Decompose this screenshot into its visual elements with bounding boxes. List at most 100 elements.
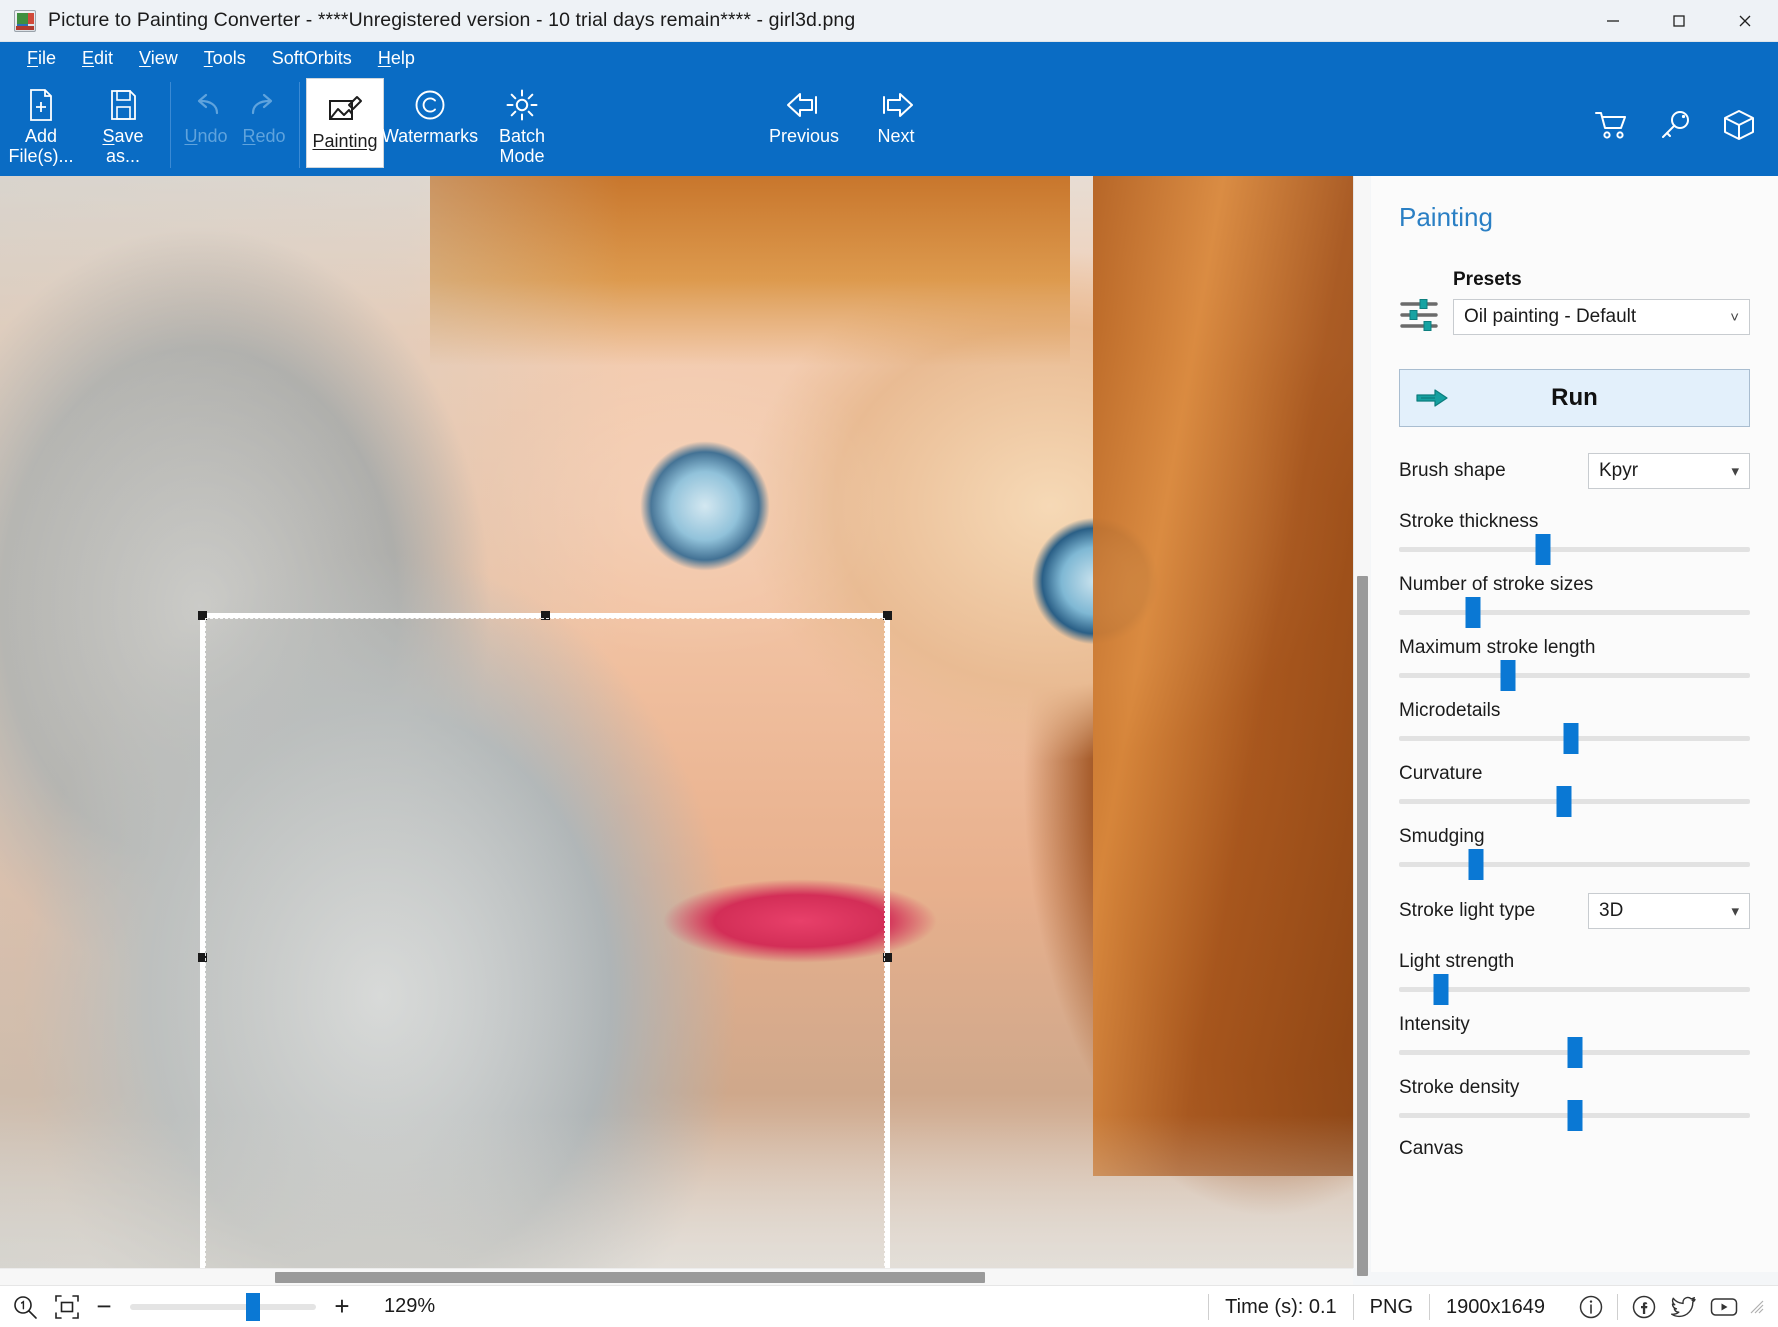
resize-handle-middle-left[interactable] (198, 953, 207, 962)
canvas-horizontal-scrollbar[interactable] (0, 1268, 1353, 1285)
redo-label: Redo (242, 126, 286, 146)
zoom-out-button[interactable]: − (84, 1291, 124, 1322)
slider-track[interactable] (1399, 723, 1750, 754)
menu-view[interactable]: View (126, 42, 191, 74)
save-as-button[interactable]: Save as... (82, 74, 164, 176)
slider-thumb[interactable] (1556, 786, 1572, 817)
previous-button[interactable]: Previous (758, 74, 850, 176)
maximize-button[interactable] (1646, 0, 1712, 42)
slider-track[interactable] (1399, 534, 1750, 565)
slider-thumb[interactable] (1563, 723, 1579, 754)
canvas-label: Canvas (1399, 1138, 1464, 1159)
slider-thumb[interactable] (1500, 660, 1516, 691)
presets-column: Presets Oil painting - Default ˅ (1453, 269, 1778, 335)
slider-track[interactable] (1399, 974, 1750, 1005)
add-files-label-1: Add (24, 126, 58, 146)
painting-tab-button[interactable]: Painting (306, 78, 384, 168)
menu-softorbits[interactable]: SoftOrbits (259, 42, 365, 74)
minimize-icon (1607, 19, 1619, 22)
slider-thumb[interactable] (1567, 1037, 1582, 1068)
add-file-icon (25, 84, 57, 126)
slider-track[interactable] (1399, 660, 1750, 691)
presets-row: Presets Oil painting - Default ˅ (1399, 269, 1778, 335)
slider-track[interactable] (1399, 597, 1750, 628)
box-icon[interactable] (1720, 106, 1758, 144)
status-divider (1617, 1293, 1618, 1320)
slider-maximum-stroke-length: Maximum stroke length (1399, 637, 1750, 691)
window-controls (1580, 0, 1778, 42)
zoom-actual-size-button[interactable] (8, 1290, 42, 1324)
brush-shape-label: Brush shape (1399, 460, 1506, 481)
zoom-slider-track[interactable] (130, 1292, 316, 1321)
stroke-light-type-select[interactable]: 3D ▾ (1588, 893, 1750, 929)
canvas-vertical-scrollbar[interactable] (1353, 176, 1370, 1276)
facebook-icon[interactable] (1626, 1289, 1662, 1325)
next-button[interactable]: Next (850, 74, 942, 176)
youtube-icon[interactable] (1706, 1289, 1742, 1325)
crop-selection-rectangle[interactable] (198, 611, 892, 1268)
resize-handle-top-right[interactable] (883, 611, 892, 620)
cart-icon[interactable] (1592, 106, 1630, 144)
slider-track[interactable] (1399, 849, 1750, 880)
slider-intensity: Intensity (1399, 1014, 1750, 1068)
zoom-slider-thumb[interactable] (245, 1292, 260, 1321)
brush-shape-select[interactable]: Kpyr ▾ (1588, 453, 1750, 489)
menu-help[interactable]: Help (365, 42, 428, 74)
close-button[interactable] (1712, 0, 1778, 42)
menu-help-rest: elp (390, 48, 415, 68)
info-icon[interactable] (1573, 1289, 1609, 1325)
resize-grip[interactable] (1750, 1300, 1764, 1314)
menu-file[interactable]: File (14, 42, 69, 74)
watermarks-button[interactable]: Watermarks (382, 74, 478, 176)
slider-thumb[interactable] (1465, 597, 1481, 628)
zoom-in-button[interactable]: + (322, 1291, 362, 1322)
next-label: Next (877, 126, 915, 146)
add-files-button[interactable]: Add File(s)... (0, 74, 82, 176)
canvas-horizontal-scroll-thumb[interactable] (275, 1272, 985, 1283)
slider-track[interactable] (1399, 1037, 1750, 1068)
run-button[interactable]: Run (1399, 369, 1750, 427)
painting-settings-panel: Painting Presets Oil painting - Default … (1371, 176, 1778, 1272)
slider-track[interactable] (1399, 1100, 1750, 1131)
batch-mode-button[interactable]: Batch Mode (476, 74, 568, 176)
slider-curvature: Curvature (1399, 763, 1750, 817)
close-icon (1739, 15, 1751, 26)
window-title: Picture to Painting Converter - ****Unre… (48, 9, 856, 31)
status-bar: − + 129% Time (s): 0.1 PNG 1900x1649 (0, 1285, 1778, 1327)
slider-thumb[interactable] (1433, 974, 1449, 1005)
image-canvas[interactable] (0, 176, 1353, 1268)
slider-label: Smudging (1399, 826, 1485, 847)
status-format: PNG (1352, 1293, 1429, 1320)
slider-label: Curvature (1399, 763, 1483, 784)
slider-thumb[interactable] (1567, 1100, 1582, 1131)
canvas-vertical-scroll-thumb[interactable] (1357, 576, 1368, 1276)
slider-label: Microdetails (1399, 700, 1501, 721)
add-files-label-2: File(s)... (8, 146, 74, 166)
resize-handle-top-left[interactable] (198, 611, 207, 620)
fit-to-window-button[interactable] (50, 1290, 84, 1324)
twitter-icon[interactable] (1666, 1289, 1702, 1325)
menu-edit-rest: dit (94, 48, 114, 68)
save-icon (107, 84, 139, 126)
key-icon[interactable] (1656, 106, 1694, 144)
redo-icon (247, 84, 281, 126)
preset-select[interactable]: Oil painting - Default ˅ (1453, 299, 1750, 335)
slider-track[interactable] (1399, 786, 1750, 817)
zoom-percentage: 129% (384, 1295, 436, 1317)
redo-button[interactable]: Redo (235, 74, 293, 176)
resize-handle-top-center[interactable] (541, 611, 550, 620)
slider-thumb[interactable] (1535, 534, 1551, 565)
menu-tools[interactable]: Tools (191, 42, 259, 74)
save-as-label-2: as... (105, 146, 140, 166)
chevron-down-icon: ▾ (1731, 463, 1739, 480)
stroke-light-type-value: 3D (1599, 900, 1624, 921)
menu-edit[interactable]: Edit (69, 42, 126, 74)
minimize-button[interactable] (1580, 0, 1646, 42)
undo-button[interactable]: Undo (177, 74, 235, 176)
batch-mode-label-1: Batch (498, 126, 546, 146)
save-as-label-1: Save (102, 126, 144, 146)
slider-thumb[interactable] (1468, 849, 1484, 880)
slider-label: Intensity (1399, 1014, 1470, 1035)
resize-handle-middle-right[interactable] (883, 953, 892, 962)
